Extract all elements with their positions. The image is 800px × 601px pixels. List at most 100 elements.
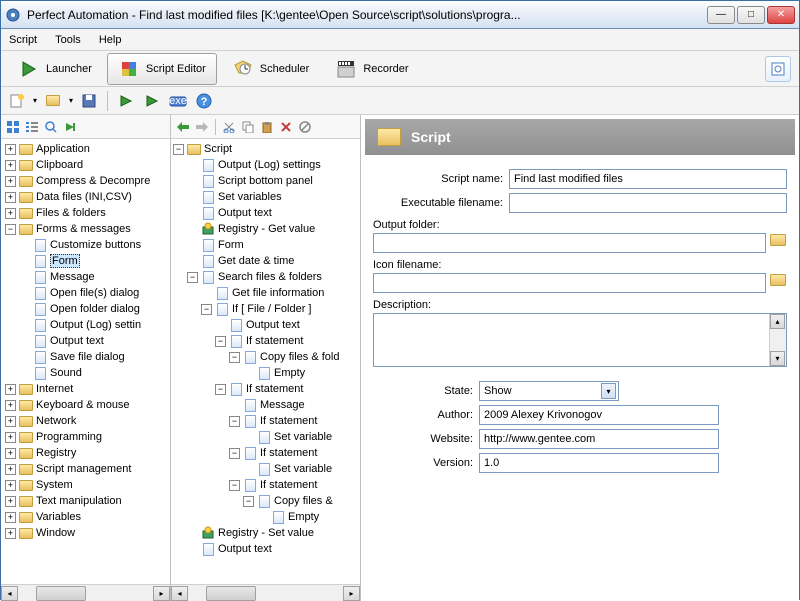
expand-toggle[interactable]: − xyxy=(243,496,254,507)
exe-filename-input[interactable] xyxy=(509,193,787,213)
tree-item[interactable]: −If [ File / Folder ] xyxy=(171,301,360,317)
tree-item[interactable]: Output text xyxy=(1,333,170,349)
tree-item[interactable]: −Search files & folders xyxy=(171,269,360,285)
tree-item[interactable]: Output (Log) settings xyxy=(171,157,360,173)
settings-button[interactable] xyxy=(765,56,791,82)
tree-item[interactable]: +Variables xyxy=(1,509,170,525)
expand-toggle[interactable]: + xyxy=(5,176,16,187)
expand-toggle[interactable]: − xyxy=(5,224,16,235)
minimize-button[interactable]: — xyxy=(707,6,735,24)
state-select[interactable]: Show ▾ xyxy=(479,381,619,401)
grid-icon[interactable] xyxy=(5,119,21,135)
script-editor-mode-button[interactable]: Script Editor xyxy=(107,53,217,85)
expand-toggle[interactable]: − xyxy=(229,352,240,363)
tree-item[interactable]: +System xyxy=(1,477,170,493)
tree-item[interactable]: Form xyxy=(171,237,360,253)
tree-item[interactable]: −If statement xyxy=(171,333,360,349)
tree-item[interactable]: Output (Log) settin xyxy=(1,317,170,333)
tree-item[interactable]: Empty xyxy=(171,365,360,381)
tree-item[interactable]: Set variable xyxy=(171,429,360,445)
tree-item[interactable]: +Keyboard & mouse xyxy=(1,397,170,413)
website-input[interactable] xyxy=(479,429,719,449)
tree-item[interactable]: +Script management xyxy=(1,461,170,477)
description-textarea[interactable]: ▴▾ xyxy=(373,313,787,367)
script-name-input[interactable] xyxy=(509,169,787,189)
tree-item[interactable]: Open folder dialog xyxy=(1,301,170,317)
new-icon[interactable] xyxy=(7,91,27,111)
tree-item[interactable]: +Application xyxy=(1,141,170,157)
tree-item[interactable]: −If statement xyxy=(171,381,360,397)
launcher-mode-button[interactable]: Launcher xyxy=(7,53,103,85)
disable-icon[interactable] xyxy=(297,119,313,135)
tree-item[interactable]: Script bottom panel xyxy=(171,173,360,189)
open-icon[interactable] xyxy=(43,91,63,111)
delete-icon[interactable] xyxy=(278,119,294,135)
tree-item[interactable]: Output text xyxy=(171,205,360,221)
tree-item[interactable]: Set variable xyxy=(171,461,360,477)
scheduler-mode-button[interactable]: Scheduler xyxy=(221,53,321,85)
expand-toggle[interactable]: + xyxy=(5,432,16,443)
expand-toggle[interactable]: + xyxy=(5,528,16,539)
expand-toggle[interactable]: − xyxy=(215,336,226,347)
expand-toggle[interactable]: + xyxy=(5,512,16,523)
tree-item[interactable]: Get date & time xyxy=(171,253,360,269)
expand-toggle[interactable]: + xyxy=(5,400,16,411)
expand-toggle[interactable]: + xyxy=(5,480,16,491)
tree-item[interactable]: Message xyxy=(1,269,170,285)
tree-item[interactable]: −Copy files & fold xyxy=(171,349,360,365)
expand-toggle[interactable]: − xyxy=(229,448,240,459)
save-icon[interactable] xyxy=(79,91,99,111)
expand-toggle[interactable]: + xyxy=(5,192,16,203)
tree-item[interactable]: +Window xyxy=(1,525,170,541)
tree-item[interactable]: Empty xyxy=(171,509,360,525)
tree-item[interactable]: Output text xyxy=(171,541,360,557)
tree-item[interactable]: +Network xyxy=(1,413,170,429)
tree-item[interactable]: Customize buttons xyxy=(1,237,170,253)
tree-item[interactable]: −Copy files & xyxy=(171,493,360,509)
exe-icon[interactable]: exe xyxy=(168,91,188,111)
tree-item[interactable]: +Data files (INI,CSV) xyxy=(1,189,170,205)
tree-item[interactable]: Save file dialog xyxy=(1,349,170,365)
commands-tree[interactable]: +Application+Clipboard+Compress & Decomp… xyxy=(1,139,170,584)
icon-filename-input[interactable] xyxy=(373,273,766,293)
tree-item[interactable]: Message xyxy=(171,397,360,413)
tree-item[interactable]: +Registry xyxy=(1,445,170,461)
tree-item[interactable]: Open file(s) dialog xyxy=(1,285,170,301)
tree-item[interactable]: +Clipboard xyxy=(1,157,170,173)
menu-tools[interactable]: Tools xyxy=(55,34,81,46)
tree-item[interactable]: +Compress & Decompre xyxy=(1,173,170,189)
search-icon[interactable] xyxy=(43,119,59,135)
browse-icon-button[interactable] xyxy=(770,274,787,292)
goto-icon[interactable] xyxy=(62,119,78,135)
mid-hscroll[interactable]: ◂▸ xyxy=(171,584,360,601)
expand-toggle[interactable]: + xyxy=(5,416,16,427)
tree-item[interactable]: +Files & folders xyxy=(1,205,170,221)
expand-toggle[interactable]: + xyxy=(5,496,16,507)
paste-icon[interactable] xyxy=(259,119,275,135)
tree-item[interactable]: Registry - Get value xyxy=(171,221,360,237)
expand-toggle[interactable]: + xyxy=(5,464,16,475)
expand-toggle[interactable]: − xyxy=(173,144,184,155)
expand-toggle[interactable]: − xyxy=(229,480,240,491)
tree-item[interactable]: Sound xyxy=(1,365,170,381)
expand-toggle[interactable]: + xyxy=(5,160,16,171)
back-icon[interactable] xyxy=(175,119,191,135)
forward-icon[interactable] xyxy=(194,119,210,135)
expand-toggle[interactable]: + xyxy=(5,144,16,155)
tree-item[interactable]: +Internet xyxy=(1,381,170,397)
tree-item[interactable]: +Text manipulation xyxy=(1,493,170,509)
close-button[interactable]: ✕ xyxy=(767,6,795,24)
menu-help[interactable]: Help xyxy=(99,34,122,46)
expand-toggle[interactable]: − xyxy=(187,272,198,283)
recorder-mode-button[interactable]: Recorder xyxy=(324,53,419,85)
version-input[interactable] xyxy=(479,453,719,473)
expand-toggle[interactable]: + xyxy=(5,384,16,395)
tree-item[interactable]: Form xyxy=(1,253,170,269)
author-input[interactable] xyxy=(479,405,719,425)
expand-toggle[interactable]: + xyxy=(5,448,16,459)
output-folder-input[interactable] xyxy=(373,233,766,253)
expand-toggle[interactable]: − xyxy=(229,416,240,427)
copy-icon[interactable] xyxy=(240,119,256,135)
help-icon[interactable]: ? xyxy=(194,91,214,111)
tree-item[interactable]: Output text xyxy=(171,317,360,333)
